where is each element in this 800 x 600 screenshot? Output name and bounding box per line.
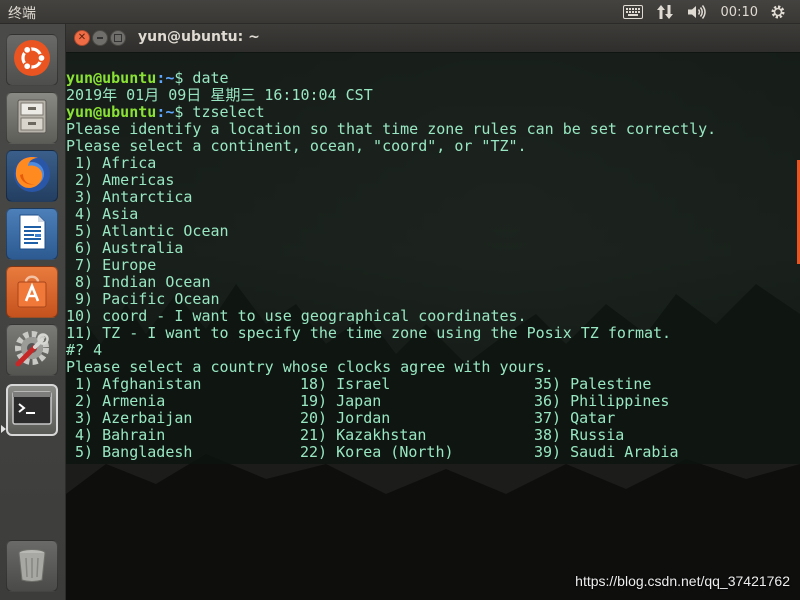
launcher-software-center[interactable] bbox=[6, 266, 58, 318]
system-tray: 00:10 bbox=[622, 0, 800, 24]
country-option: 2) Armenia bbox=[66, 392, 166, 410]
prompt-line: yun@ubuntu:~$ date bbox=[66, 70, 716, 87]
country-row: 4) Bahrain 21) Kazakhstan 38) Russia bbox=[66, 427, 716, 444]
terminal-icon bbox=[12, 391, 52, 429]
launcher-system-settings[interactable] bbox=[6, 324, 58, 376]
close-icon: ✕ bbox=[77, 32, 87, 43]
country-row: 1) Afghanistan 18) Israel 35) Palestine bbox=[66, 376, 716, 393]
prompt-user: yun@ubuntu bbox=[66, 103, 157, 121]
continent-option: 2) Americas bbox=[66, 171, 175, 189]
continent-prompt: Please select a continent, ocean, "coord… bbox=[66, 137, 527, 155]
prompt-user: yun@ubuntu bbox=[66, 69, 157, 87]
continent-option: 1) Africa bbox=[66, 154, 157, 172]
identify-message: Please identify a location so that time … bbox=[66, 120, 717, 138]
command-tzselect: tzselect bbox=[183, 103, 265, 121]
country-option: 22) Korea (North) bbox=[300, 443, 454, 461]
country-row: 3) Azerbaijan 20) Jordan 37) Qatar bbox=[66, 410, 716, 427]
top-panel: 终端 00:10 bbox=[0, 0, 800, 24]
country-option: 20) Jordan bbox=[300, 409, 391, 427]
user-answer: #? 4 bbox=[66, 341, 103, 359]
country-option: 1) Afghanistan bbox=[66, 375, 202, 393]
close-button[interactable]: ✕ bbox=[74, 30, 90, 46]
maximize-button[interactable] bbox=[110, 30, 126, 46]
country-option: 35) Palestine bbox=[534, 375, 652, 393]
country-prompt: Please select a country whose clocks agr… bbox=[66, 358, 554, 376]
launcher-ubuntu-dash[interactable] bbox=[6, 34, 58, 86]
country-option: 18) Israel bbox=[300, 375, 391, 393]
country-option: 39) Saudi Arabia bbox=[534, 443, 679, 461]
clock[interactable]: 00:10 bbox=[721, 5, 758, 20]
keyboard-icon[interactable] bbox=[622, 5, 643, 19]
country-option: 36) Philippines bbox=[534, 392, 670, 410]
watermark-url: https://blog.csdn.net/qq_37421762 bbox=[575, 573, 790, 589]
launcher-trash[interactable] bbox=[6, 540, 58, 592]
minimize-button[interactable] bbox=[92, 30, 108, 46]
command-date: date bbox=[183, 69, 229, 87]
prompt-path: :~ bbox=[156, 69, 175, 87]
terminal-titlebar[interactable]: ✕ yun@ubuntu: ~ bbox=[66, 24, 800, 53]
document-icon bbox=[12, 212, 52, 256]
continent-option: 10) coord - I want to use geographical c… bbox=[66, 307, 527, 325]
date-output: 2019年 01月 09日 星期三 16:10:04 CST bbox=[66, 86, 373, 104]
country-row: 2) Armenia 19) Japan 36) Philippines bbox=[66, 393, 716, 410]
volume-icon[interactable] bbox=[687, 4, 707, 20]
continent-option: 9) Pacific Ocean bbox=[66, 290, 220, 308]
country-option: 38) Russia bbox=[534, 426, 625, 444]
launcher-terminal[interactable] bbox=[6, 384, 58, 436]
launcher bbox=[0, 24, 66, 600]
settings-wrench-icon bbox=[10, 326, 54, 374]
continent-option: 4) Asia bbox=[66, 205, 139, 223]
country-option: 4) Bahrain bbox=[66, 426, 166, 444]
shopping-bag-icon bbox=[12, 270, 52, 314]
continent-option: 7) Europe bbox=[66, 256, 157, 274]
launcher-firefox[interactable] bbox=[6, 150, 58, 202]
minimize-icon bbox=[97, 37, 103, 39]
country-option: 19) Japan bbox=[300, 392, 382, 410]
country-option: 5) Bangladesh bbox=[66, 443, 193, 461]
network-arrows-icon[interactable] bbox=[656, 4, 673, 20]
country-option: 37) Qatar bbox=[534, 409, 616, 427]
trash-icon bbox=[12, 544, 52, 588]
ubuntu-logo-icon bbox=[12, 38, 52, 82]
continent-option: 6) Australia bbox=[66, 239, 184, 257]
prompt-line: yun@ubuntu:~$ tzselect bbox=[66, 104, 716, 121]
launcher-files[interactable] bbox=[6, 92, 58, 144]
country-option: 21) Kazakhstan bbox=[300, 426, 427, 444]
continent-option: 8) Indian Ocean bbox=[66, 273, 211, 291]
firefox-icon bbox=[11, 153, 53, 199]
launcher-libreoffice-writer[interactable] bbox=[6, 208, 58, 260]
window-title: yun@ubuntu: ~ bbox=[138, 29, 260, 45]
gear-icon[interactable] bbox=[770, 4, 786, 20]
prompt-path: :~ bbox=[156, 103, 175, 121]
continent-option: 11) TZ - I want to specify the time zone… bbox=[66, 324, 672, 342]
country-row: 5) Bangladesh 22) Korea (North) 39) Saudi … bbox=[66, 444, 716, 461]
active-app-title: 终端 bbox=[8, 6, 36, 22]
maximize-icon bbox=[114, 34, 122, 42]
file-cabinet-icon bbox=[12, 96, 52, 140]
continent-option: 5) Atlantic Ocean bbox=[66, 222, 229, 240]
terminal-output[interactable]: yun@ubuntu:~$ date 2019年 01月 09日 星期三 16:… bbox=[66, 52, 800, 464]
continent-option: 3) Antarctica bbox=[66, 188, 193, 206]
country-option: 3) Azerbaijan bbox=[66, 409, 193, 427]
